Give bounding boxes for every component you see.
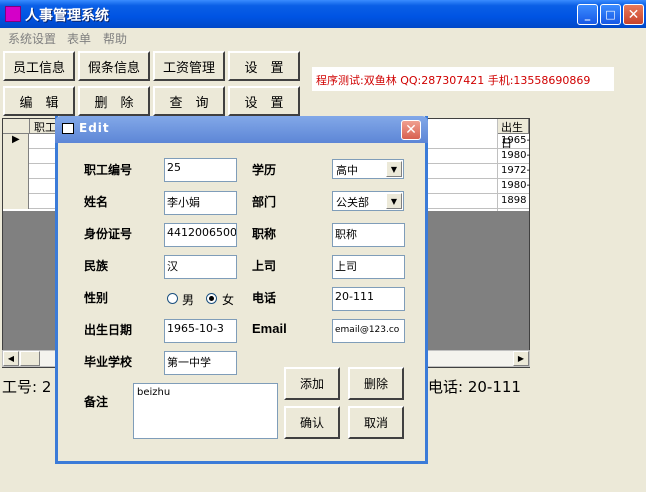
menu-bar: 系统设置 表单 帮助 bbox=[0, 28, 646, 48]
row-indicator bbox=[3, 194, 29, 209]
title-bar: 人事管理系统 _ □ ✕ bbox=[0, 0, 646, 28]
label-id-card: 身份证号 bbox=[84, 227, 133, 241]
gender-female-label: 女 bbox=[222, 293, 235, 307]
school-field[interactable]: 第一中学 bbox=[164, 351, 237, 375]
edit-button[interactable]: 编 辑 bbox=[3, 86, 75, 116]
leave-info-button[interactable]: 假条信息 bbox=[78, 51, 150, 81]
scroll-thumb[interactable] bbox=[20, 351, 40, 366]
label-department: 部门 bbox=[252, 195, 277, 209]
grid-header-birth[interactable]: 出生日 bbox=[497, 119, 529, 150]
chevron-down-icon[interactable]: ▼ bbox=[386, 193, 402, 209]
birthdate-field[interactable]: 1965-10-3 bbox=[164, 319, 237, 343]
edit-dialog: Edit ✕ 职工编号 25 姓名 李小娟 身份证号 441200650010 … bbox=[55, 116, 428, 464]
window-title: 人事管理系统 bbox=[25, 8, 109, 24]
grid-cell-birth: 1980- bbox=[501, 150, 531, 161]
education-select[interactable]: 高中 ▼ bbox=[332, 159, 404, 179]
label-job-title: 职称 bbox=[252, 227, 277, 241]
id-card-field[interactable]: 441200650010 bbox=[164, 223, 237, 247]
salary-button[interactable]: 工资管理 bbox=[153, 51, 225, 81]
row-indicator bbox=[3, 149, 29, 164]
label-superior: 上司 bbox=[252, 259, 277, 273]
label-gender: 性别 bbox=[84, 291, 109, 305]
gender-male-radio[interactable] bbox=[167, 293, 178, 304]
ethnicity-field[interactable]: 汉 bbox=[164, 255, 237, 279]
label-phone: 电话 bbox=[252, 291, 277, 305]
row-indicator bbox=[3, 179, 29, 194]
chevron-down-icon[interactable]: ▼ bbox=[386, 161, 402, 177]
gender-female-radio[interactable] bbox=[206, 293, 217, 304]
grid-cell-birth: 1898 bbox=[501, 195, 527, 206]
settings-button-1[interactable]: 设 置 bbox=[228, 51, 300, 81]
label-name: 姓名 bbox=[84, 195, 109, 209]
label-emp-id: 职工编号 bbox=[84, 163, 133, 177]
settings-button-2[interactable]: 设 置 bbox=[228, 86, 300, 116]
minimize-button[interactable]: _ bbox=[577, 4, 598, 25]
department-value: 公关部 bbox=[336, 196, 369, 209]
grid-cell-birth: 1965- bbox=[501, 135, 531, 146]
job-title-field[interactable]: 职称 bbox=[332, 223, 405, 247]
name-field[interactable]: 李小娟 bbox=[164, 191, 237, 215]
department-select[interactable]: 公关部 ▼ bbox=[332, 191, 404, 211]
education-value: 高中 bbox=[336, 164, 358, 177]
status-emp-id: 工号: 2 bbox=[2, 378, 52, 396]
label-ethnicity: 民族 bbox=[84, 259, 109, 273]
menu-forms[interactable]: 表单 bbox=[67, 30, 91, 47]
row-indicator: ▶ bbox=[3, 134, 29, 149]
row-indicator bbox=[3, 164, 29, 179]
employee-info-button[interactable]: 员工信息 bbox=[3, 51, 75, 81]
confirm-button[interactable]: 确认 bbox=[284, 406, 340, 439]
dialog-title: Edit bbox=[79, 121, 110, 135]
delete-record-button[interactable]: 删除 bbox=[348, 367, 404, 400]
menu-help[interactable]: 帮助 bbox=[103, 30, 127, 47]
label-education: 学历 bbox=[252, 163, 277, 177]
label-email: Email bbox=[252, 321, 287, 336]
query-button[interactable]: 查 询 bbox=[153, 86, 225, 116]
label-school: 毕业学校 bbox=[84, 355, 133, 369]
superior-field[interactable]: 上司 bbox=[332, 255, 405, 279]
dialog-title-bar: Edit ✕ bbox=[55, 116, 428, 143]
dialog-close-button[interactable]: ✕ bbox=[401, 120, 421, 140]
grid-corner bbox=[3, 119, 30, 134]
grid-cell-birth: 1972- bbox=[501, 165, 531, 176]
scroll-right-icon[interactable]: ▶ bbox=[513, 351, 529, 366]
close-button[interactable]: ✕ bbox=[623, 4, 644, 25]
delete-button[interactable]: 删 除 bbox=[78, 86, 150, 116]
email-field[interactable]: email@123.co bbox=[332, 319, 405, 343]
remarks-field[interactable]: beizhu bbox=[133, 383, 278, 439]
status-phone: 电话: 20-111 bbox=[428, 378, 521, 396]
gender-male-label: 男 bbox=[182, 293, 195, 307]
banner-text: 程序测试:双鱼林 QQ:287307421 手机:13558690869 bbox=[316, 74, 591, 87]
scroll-left-icon[interactable]: ◀ bbox=[3, 351, 19, 366]
add-button[interactable]: 添加 bbox=[284, 367, 340, 400]
emp-id-field[interactable]: 25 bbox=[164, 158, 237, 182]
label-birthdate: 出生日期 bbox=[84, 323, 133, 337]
menu-system-settings[interactable]: 系统设置 bbox=[8, 30, 56, 47]
phone-field[interactable]: 20-111 bbox=[332, 287, 405, 311]
cancel-button[interactable]: 取消 bbox=[348, 406, 404, 439]
maximize-button[interactable]: □ bbox=[600, 4, 621, 25]
grid-cell-birth: 1980- bbox=[501, 180, 531, 191]
folder-icon bbox=[62, 123, 74, 134]
app-icon bbox=[5, 6, 21, 22]
label-remarks: 备注 bbox=[84, 395, 109, 409]
